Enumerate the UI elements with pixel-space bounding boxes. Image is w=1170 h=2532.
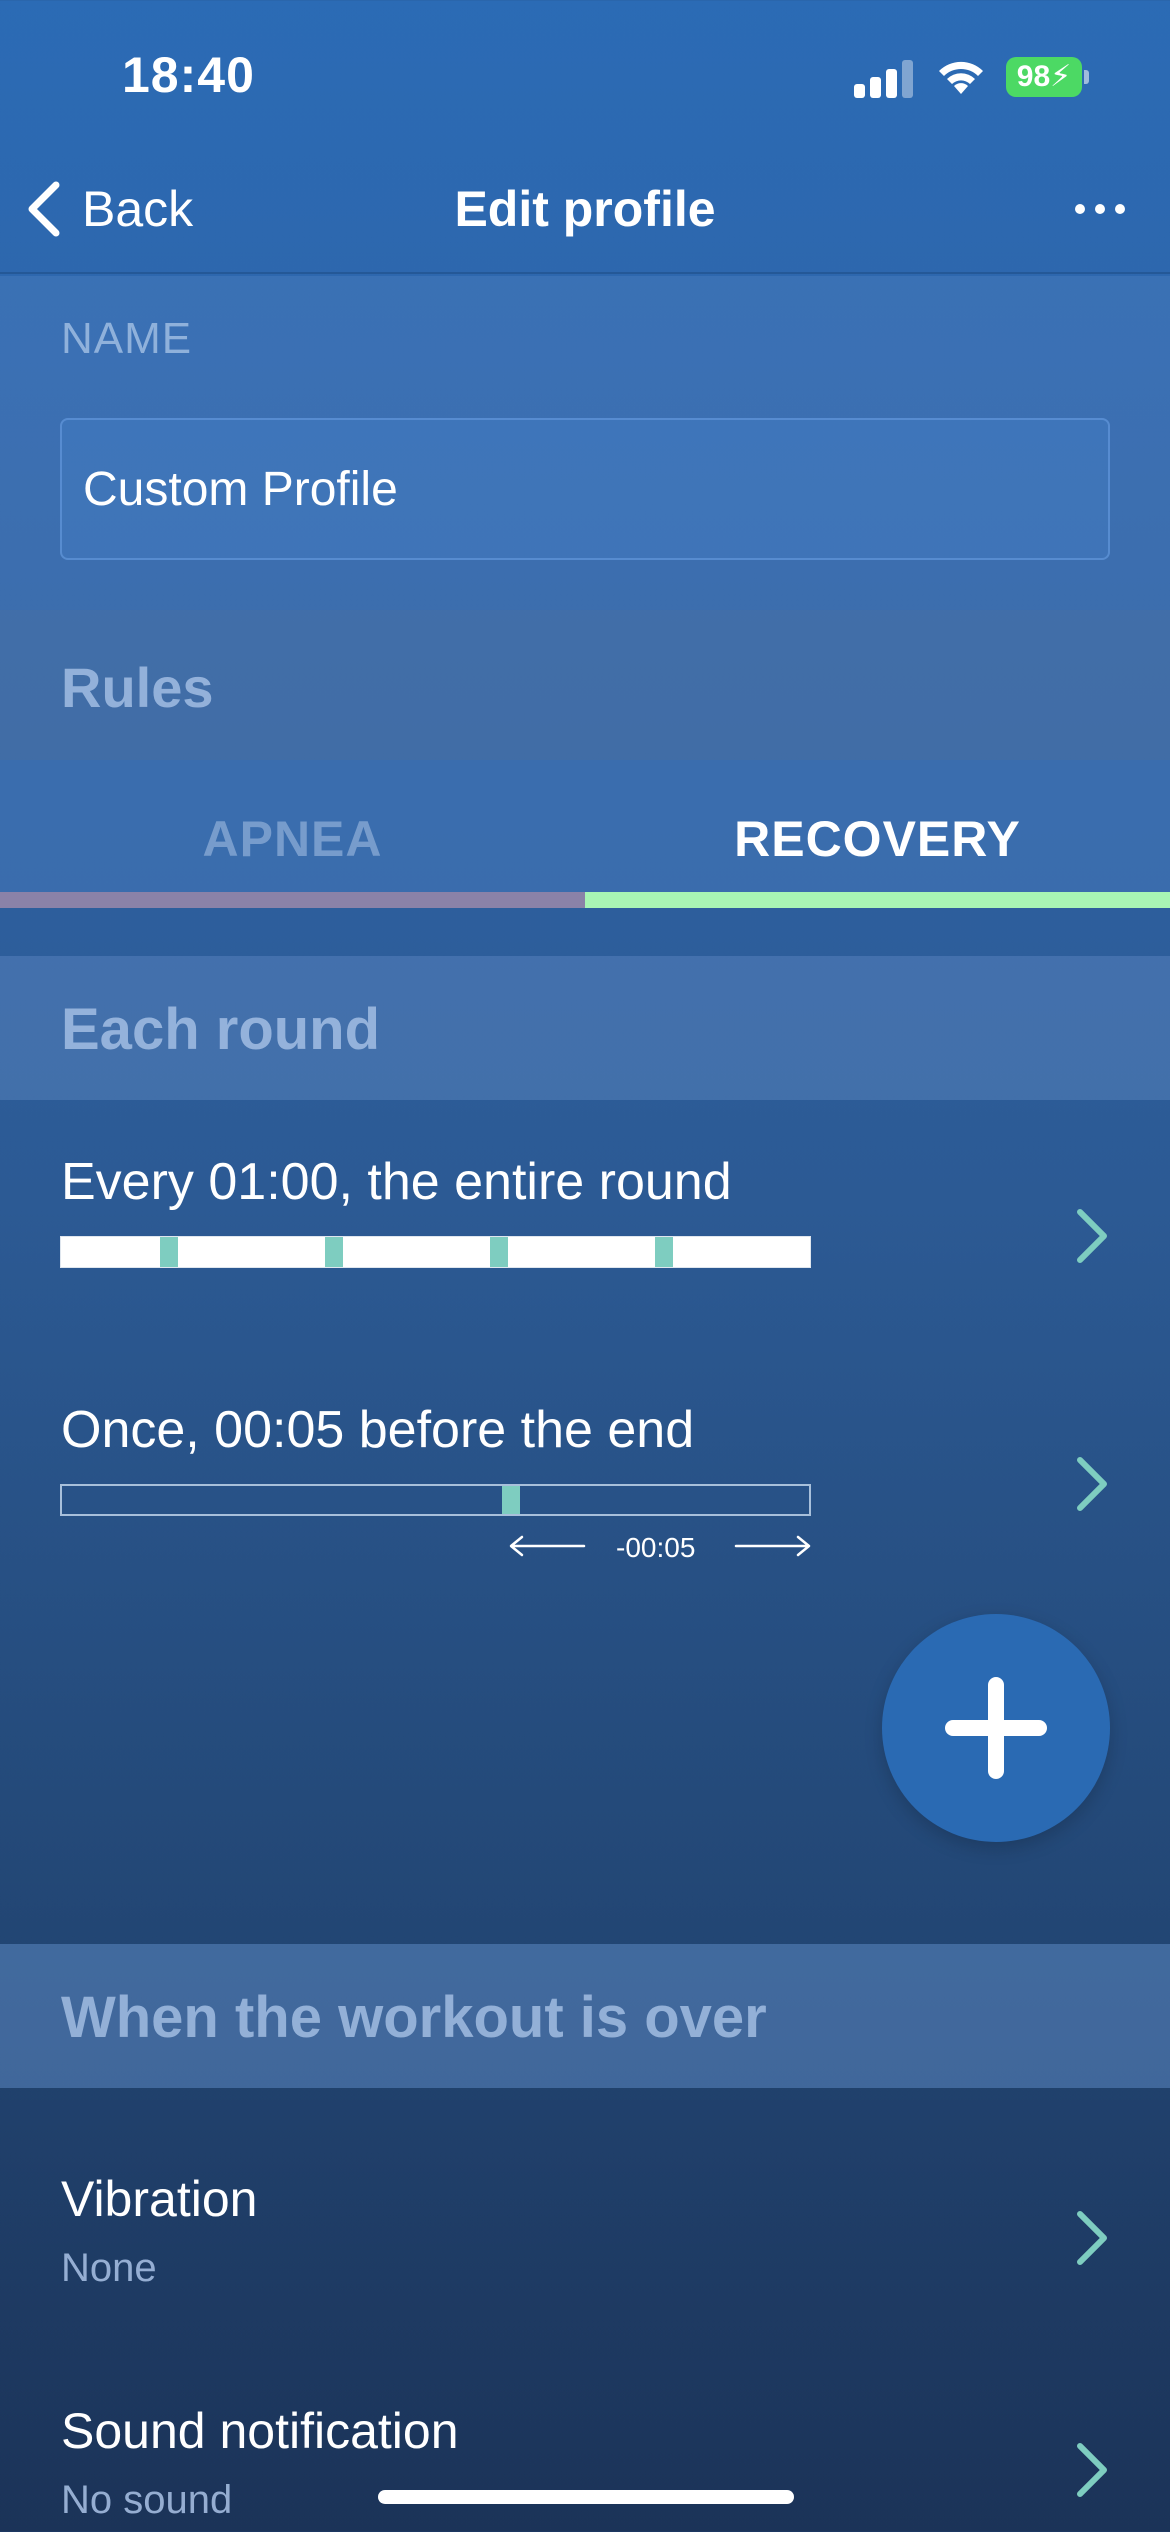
chevron-right-icon <box>1077 2211 1107 2265</box>
rule-text: Every 01:00, the entire round <box>61 1153 732 1211</box>
wifi-icon <box>939 61 983 94</box>
cellular-signal-icon <box>854 58 914 98</box>
rule-timeline-bar <box>60 1484 811 1516</box>
setting-value: None <box>61 2246 157 2290</box>
name-section: NAME <box>0 276 1170 610</box>
timeline-tick <box>325 1237 343 1267</box>
tab-apnea[interactable]: APNEA <box>0 760 585 908</box>
workout-over-title: When the workout is over <box>61 1985 767 2050</box>
tab-apnea-underline <box>0 892 585 908</box>
home-indicator <box>378 2490 794 2504</box>
status-bar: 18:40 98⚡ <box>0 0 1170 150</box>
rule-row-before-end[interactable]: Once, 00:05 before the end <box>0 1400 1170 1550</box>
rule-text: Once, 00:05 before the end <box>61 1401 695 1459</box>
chevron-left-icon <box>28 181 60 237</box>
battery-icon: 98⚡ <box>1006 57 1089 97</box>
sound-notification-setting-row[interactable]: Sound notification No sound <box>0 2402 1170 2532</box>
name-label: NAME <box>61 314 193 363</box>
navigation-bar: Back Edit profile <box>0 150 1170 274</box>
tab-recovery-underline <box>585 892 1170 908</box>
timeline-tick <box>655 1237 673 1267</box>
workout-over-header: When the workout is over <box>0 1944 1170 2088</box>
add-rule-button[interactable] <box>882 1614 1110 1842</box>
timeline-tick <box>502 1486 520 1514</box>
setting-title: Vibration <box>61 2171 258 2227</box>
arrow-right-icon <box>734 1535 811 1557</box>
rules-tabs: APNEA RECOVERY <box>0 760 1170 908</box>
battery-level: 98 <box>1016 60 1051 93</box>
timeline-tick <box>160 1237 178 1267</box>
chevron-right-icon <box>1077 1209 1107 1263</box>
profile-name-input[interactable] <box>60 418 1110 560</box>
each-round-header: Each round <box>0 956 1170 1100</box>
status-time: 18:40 <box>122 47 255 103</box>
setting-title: Sound notification <box>61 2403 459 2459</box>
each-round-title: Each round <box>61 997 381 1062</box>
rules-header: Rules <box>0 610 1170 760</box>
vibration-setting-row[interactable]: Vibration None <box>0 2170 1170 2370</box>
tab-apnea-label: APNEA <box>202 811 383 867</box>
setting-value: No sound <box>61 2478 233 2522</box>
more-options-icon[interactable] <box>1070 194 1130 224</box>
arrow-left-icon <box>509 1535 586 1557</box>
tab-recovery-label: RECOVERY <box>734 811 1021 867</box>
back-label: Back <box>82 181 194 237</box>
chevron-right-icon <box>1077 2443 1107 2497</box>
tab-recovery[interactable]: RECOVERY <box>585 760 1170 908</box>
rules-title: Rules <box>61 656 214 719</box>
chevron-right-icon <box>1077 1457 1107 1511</box>
offset-label: -00:05 <box>616 1532 696 1563</box>
back-button[interactable]: Back <box>24 174 193 244</box>
rule-row-every-minute[interactable]: Every 01:00, the entire round <box>0 1152 1170 1302</box>
timeline-tick <box>490 1237 508 1267</box>
rule-timeline-bar <box>60 1236 811 1268</box>
